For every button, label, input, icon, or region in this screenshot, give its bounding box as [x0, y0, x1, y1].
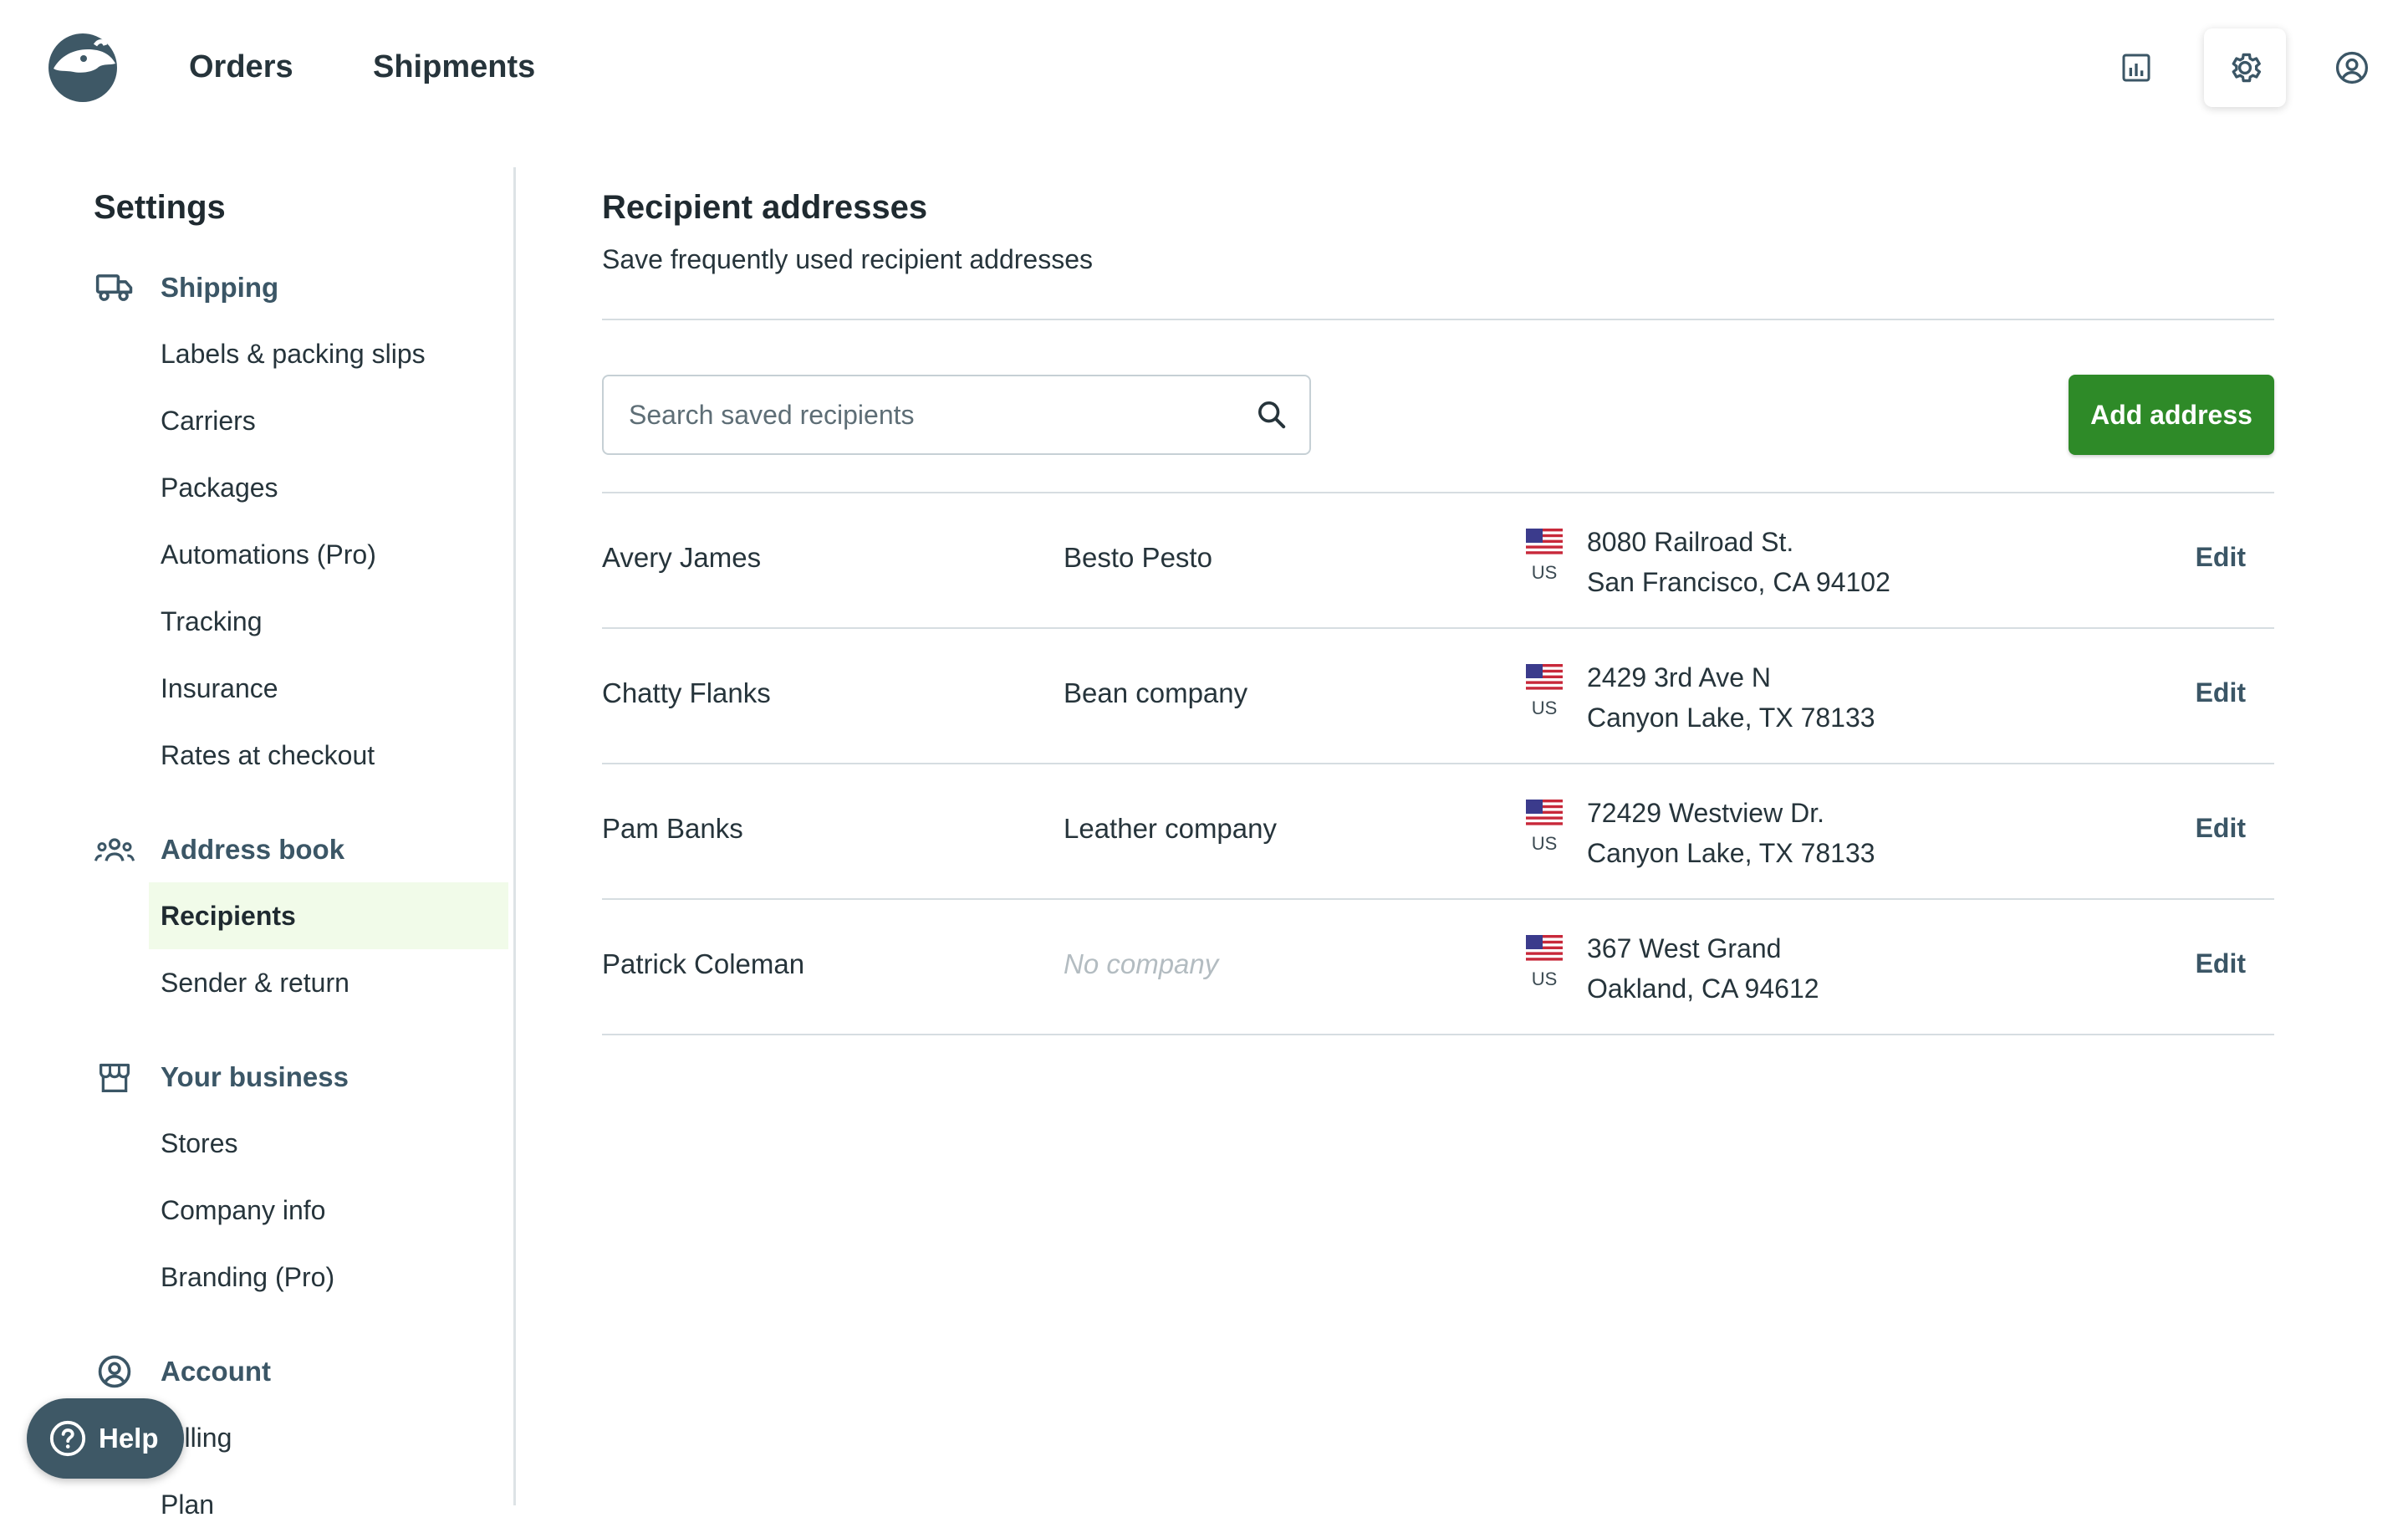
reports-icon	[2122, 54, 2150, 82]
nav-orders[interactable]: Orders	[189, 47, 293, 87]
address-line-1: 2429 3rd Ave N	[1587, 662, 1772, 692]
account-button[interactable]	[2311, 28, 2393, 107]
help-label: Help	[99, 1423, 159, 1454]
table-row[interactable]: Avery James Besto Pesto US 8080 Railroad…	[602, 493, 2274, 629]
recipient-address: 8080 Railroad St. San Francisco, CA 9410…	[1587, 522, 1890, 602]
country-code: US	[1531, 562, 1558, 583]
sidebar-item-sender-return[interactable]: Sender & return	[149, 949, 508, 1016]
user-circle-icon	[94, 1351, 135, 1392]
edit-button[interactable]: Edit	[2196, 813, 2246, 844]
gear-icon	[2232, 53, 2262, 83]
sidebar-item-branding[interactable]: Branding (Pro)	[149, 1244, 508, 1311]
sidebar-item-labels-packing-slips[interactable]: Labels & packing slips	[149, 320, 508, 387]
store-icon	[94, 1056, 135, 1098]
header-divider	[602, 319, 2274, 320]
recipient-name: Chatty Flanks	[602, 677, 771, 708]
section-label-shipping: Shipping	[161, 272, 279, 303]
recipient-company: Leather company	[1064, 813, 1277, 844]
question-circle-icon	[49, 1420, 86, 1457]
sidebar-item-tracking[interactable]: Tracking	[149, 588, 508, 655]
address-line-1: 72429 Westview Dr.	[1587, 798, 1824, 828]
address-line-2: San Francisco, CA 94102	[1587, 567, 1890, 597]
sidebar-item-billing[interactable]: Billing	[149, 1404, 508, 1471]
country-indicator: US	[1523, 664, 1565, 719]
us-flag-icon	[1526, 664, 1563, 692]
country-indicator: US	[1523, 800, 1565, 855]
nav-shipments[interactable]: Shipments	[373, 47, 535, 87]
section-label-address-book: Address book	[161, 834, 345, 865]
add-address-button[interactable]: Add address	[2069, 375, 2274, 455]
reports-button[interactable]	[2095, 28, 2177, 107]
recipient-name: Patrick Coleman	[602, 948, 805, 979]
page-subtitle: Save frequently used recipient addresses	[602, 244, 1094, 274]
top-navigation: Orders Shipments	[0, 0, 2408, 134]
country-code: US	[1531, 833, 1558, 854]
sidebar-item-insurance[interactable]: Insurance	[149, 655, 508, 722]
us-flag-icon	[1526, 935, 1563, 963]
search-icon[interactable]	[1234, 398, 1309, 432]
country-code: US	[1531, 697, 1558, 718]
table-row[interactable]: Chatty Flanks Bean company US 2429 3rd A…	[602, 629, 2274, 764]
table-row[interactable]: Pam Banks Leather company US 72429 Westv…	[602, 764, 2274, 900]
settings-sidebar: Settings Shipping Labels & packing slips…	[0, 167, 516, 1520]
address-line-2: Oakland, CA 94612	[1587, 973, 1819, 1004]
address-line-2: Canyon Lake, TX 78133	[1587, 703, 1875, 733]
people-icon	[94, 829, 135, 871]
sidebar-item-rates-at-checkout[interactable]: Rates at checkout	[149, 722, 508, 789]
country-indicator: US	[1523, 935, 1565, 990]
bear-logo-icon[interactable]	[45, 30, 120, 105]
edit-button[interactable]: Edit	[2196, 542, 2246, 573]
recipient-name: Pam Banks	[602, 813, 743, 844]
truck-icon	[94, 267, 135, 309]
sidebar-title: Settings	[94, 189, 226, 226]
section-label-account: Account	[161, 1356, 271, 1387]
table-row[interactable]: Patrick Coleman No company US 367 West G…	[602, 900, 2274, 1035]
sidebar-item-carriers[interactable]: Carriers	[149, 387, 508, 454]
recipient-company: Bean company	[1064, 677, 1248, 708]
settings-button[interactable]	[2204, 28, 2286, 107]
section-label-your-business: Your business	[161, 1061, 349, 1092]
sidebar-item-automations[interactable]: Automations (Pro)	[149, 521, 508, 588]
user-circle-icon	[2335, 51, 2369, 84]
help-button[interactable]: Help	[27, 1398, 184, 1479]
recipient-address: 367 West Grand Oakland, CA 94612	[1587, 928, 1819, 1009]
sidebar-item-recipients[interactable]: Recipients	[149, 882, 508, 949]
recipient-address: 2429 3rd Ave N Canyon Lake, TX 78133	[1587, 657, 1875, 738]
edit-button[interactable]: Edit	[2196, 677, 2246, 708]
country-code: US	[1531, 968, 1558, 989]
sidebar-item-company-info[interactable]: Company info	[149, 1177, 508, 1244]
address-line-1: 8080 Railroad St.	[1587, 527, 1794, 557]
us-flag-icon	[1526, 529, 1563, 557]
sidebar-item-stores[interactable]: Stores	[149, 1110, 508, 1177]
search-box[interactable]	[602, 375, 1311, 455]
sidebar-item-packages[interactable]: Packages	[149, 454, 508, 521]
search-input[interactable]	[604, 376, 1234, 453]
sidebar-item-plan[interactable]: Plan	[149, 1471, 508, 1538]
address-line-2: Canyon Lake, TX 78133	[1587, 838, 1875, 868]
country-indicator: US	[1523, 529, 1565, 584]
address-line-1: 367 West Grand	[1587, 933, 1782, 963]
recipient-company-empty: No company	[1064, 948, 1219, 979]
recipient-company: Besto Pesto	[1064, 542, 1212, 573]
recipient-name: Avery James	[602, 542, 762, 573]
recipient-address: 72429 Westview Dr. Canyon Lake, TX 78133	[1587, 793, 1875, 873]
page-title: Recipient addresses	[602, 189, 928, 226]
recipients-table: Avery James Besto Pesto US 8080 Railroad…	[602, 493, 2274, 1035]
us-flag-icon	[1526, 800, 1563, 828]
edit-button[interactable]: Edit	[2196, 948, 2246, 979]
